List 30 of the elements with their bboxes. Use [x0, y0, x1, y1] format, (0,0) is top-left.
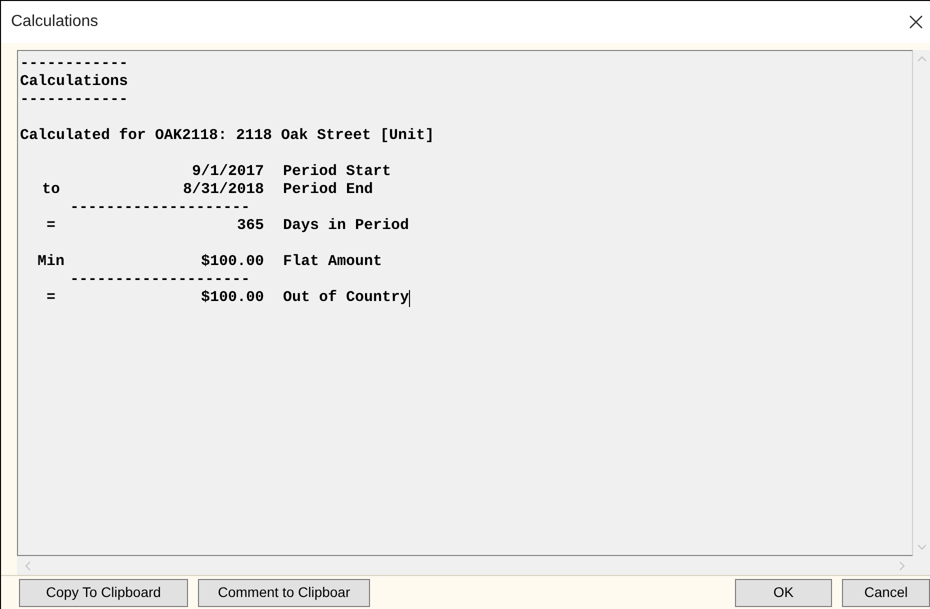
report-rule: -------------------- [70, 271, 250, 289]
report-text: Calculated for OAK2118: 2118 Oak Street [Unit] [20, 127, 434, 145]
dialog-button[interactable]: Copy To Clipboard [19, 578, 188, 606]
report-text: ------------ [20, 55, 128, 73]
window-title: Calculations [11, 12, 98, 32]
value-text: 8/31/2018 [182, 181, 264, 199]
description-text: Days in Period [283, 217, 410, 235]
report-text: ------------ [20, 91, 128, 109]
dialog-button[interactable]: Comment to Clipboar [198, 578, 370, 606]
value-text: 9/1/2017 [192, 163, 264, 181]
value-text: $100.00 [200, 253, 264, 271]
scroll-left-icon[interactable] [25, 560, 31, 570]
report-rule: -------------------- [70, 199, 250, 217]
value-text: 365 [236, 217, 264, 235]
scroll-right-icon[interactable] [899, 560, 905, 570]
operator-label: Min [37, 253, 64, 271]
operator-label: = [46, 217, 56, 235]
value-text: $100.00 [200, 289, 264, 307]
dialog-button[interactable]: OK [735, 578, 832, 606]
description-text: Period End [283, 181, 374, 199]
report-text: Calculations [20, 73, 128, 91]
scroll-down-icon[interactable] [916, 544, 926, 550]
operator-label: = [46, 289, 56, 307]
close-icon[interactable] [908, 14, 924, 30]
description-text: Period Start [283, 163, 392, 181]
description-text: Flat Amount [283, 253, 382, 271]
dialog-button[interactable]: Cancel [842, 578, 930, 606]
operator-label: to [42, 181, 60, 199]
description-text: Out of Country [283, 289, 410, 307]
scroll-up-icon[interactable] [916, 56, 926, 62]
